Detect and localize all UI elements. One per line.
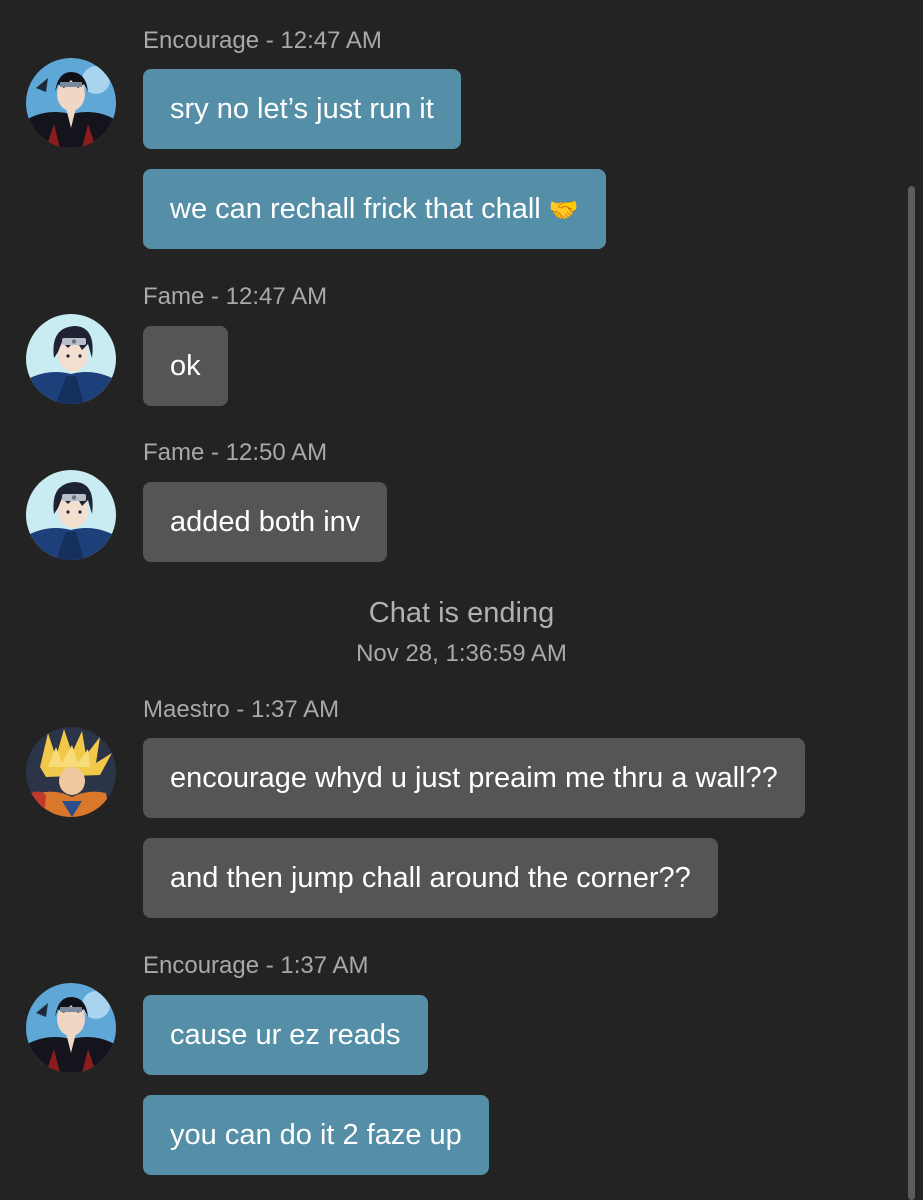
- itachi-avatar-image: [26, 58, 116, 148]
- message-bubble[interactable]: added both inv: [143, 482, 388, 562]
- sasuke-avatar[interactable]: [26, 470, 116, 560]
- chat-ending-notice: Chat is ending: [368, 597, 555, 629]
- itachi-avatar-image: [26, 983, 116, 1073]
- message-header: Fame - 12:47 AM: [143, 283, 328, 310]
- message-bubble[interactable]: encourage whyd u just preaim me thru a w…: [143, 738, 805, 818]
- itachi-avatar[interactable]: [26, 983, 116, 1073]
- sasuke-avatar-image: [26, 470, 116, 560]
- message-bubble[interactable]: sry no let’s just run it: [143, 69, 461, 149]
- message-header: Fame - 12:50 AM: [143, 439, 328, 466]
- sasuke-avatar-image: [26, 314, 116, 404]
- scrollbar[interactable]: [908, 186, 915, 1200]
- message-text: we can rechall frick that chall: [170, 193, 541, 225]
- sasuke-avatar[interactable]: [26, 314, 116, 404]
- message-bubble[interactable]: ok: [143, 326, 228, 406]
- chat-log: Encourage - 12:47 AM sry no let’s just r…: [0, 0, 923, 1200]
- message-header: Maestro - 1:37 AM: [143, 696, 340, 723]
- itachi-avatar[interactable]: [26, 58, 116, 148]
- message-header: Encourage - 12:47 AM: [143, 27, 382, 54]
- message-bubble[interactable]: and then jump chall around the corner??: [143, 838, 718, 918]
- chat-ending-timestamp: Nov 28, 1:36:59 AM: [356, 640, 567, 667]
- message-header: Encourage - 1:37 AM: [143, 952, 369, 979]
- handshake-emoji: 🤝: [548, 196, 579, 224]
- message-bubble[interactable]: you can do it 2 faze up: [143, 1095, 489, 1175]
- goku-avatar[interactable]: [26, 727, 116, 817]
- message-bubble[interactable]: we can rechall frick that chall 🤝: [143, 169, 606, 249]
- message-bubble[interactable]: cause ur ez reads: [143, 995, 428, 1075]
- goku-avatar-image: [26, 727, 116, 817]
